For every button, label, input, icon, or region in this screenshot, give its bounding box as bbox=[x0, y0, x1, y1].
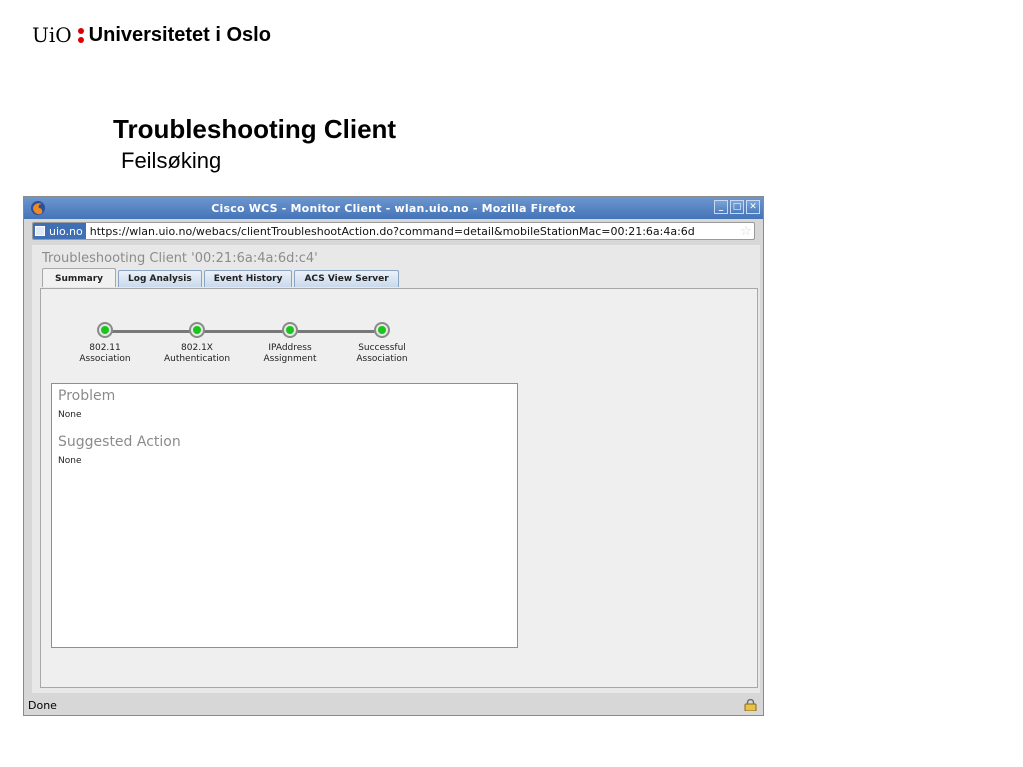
browser-window: Cisco WCS - Monitor Client - wlan.uio.no… bbox=[23, 196, 764, 716]
lock-icon[interactable] bbox=[744, 699, 757, 711]
suggested-action-heading: Suggested Action bbox=[58, 434, 181, 450]
problem-box: Problem None Suggested Action None bbox=[51, 383, 518, 648]
problem-text: None bbox=[58, 410, 82, 420]
firefox-logo-icon bbox=[31, 201, 45, 215]
slide-subtitle: Feilsøking bbox=[121, 148, 222, 173]
url-text[interactable]: https://wlan.uio.no/webacs/clientTrouble… bbox=[86, 225, 738, 238]
tab-log-analysis[interactable]: Log Analysis bbox=[118, 270, 202, 287]
tab-bar: Summary Log Analysis Event History ACS V… bbox=[42, 268, 399, 287]
step-label: Assignment bbox=[263, 354, 317, 364]
bookmark-star-icon[interactable]: ☆ bbox=[738, 224, 754, 239]
window-controls: _ □ ✕ bbox=[714, 200, 760, 214]
step-label: Successful bbox=[358, 343, 406, 353]
uio-logo-dots-icon bbox=[77, 27, 84, 43]
uio-logo-name: Universitetet i Oslo bbox=[88, 23, 271, 46]
status-ok-icon bbox=[282, 322, 298, 338]
uio-logo: UiO Universitetet i Oslo bbox=[32, 22, 271, 48]
step-label: Association bbox=[356, 354, 408, 364]
step-label: IPAddress bbox=[268, 343, 312, 353]
tab-summary[interactable]: Summary bbox=[42, 268, 117, 287]
status-text: Done bbox=[28, 698, 57, 712]
site-identity-label: uio.no bbox=[49, 224, 83, 238]
site-favicon-icon bbox=[35, 226, 45, 236]
maximize-button[interactable]: □ bbox=[730, 200, 744, 214]
step-label: Association bbox=[79, 354, 131, 364]
status-bar: Done bbox=[24, 695, 763, 715]
step-label: 802.11 bbox=[89, 343, 121, 353]
problem-heading: Problem bbox=[58, 388, 116, 404]
step-label: Authentication bbox=[163, 354, 231, 364]
step-successful-association: Successful Association bbox=[332, 319, 432, 365]
page-content: Troubleshooting Client '00:21:6a:4a:6d:c… bbox=[32, 245, 760, 693]
status-ok-icon bbox=[374, 322, 390, 338]
connection-steps: 802.11 Association 802.1X Authentication I… bbox=[55, 319, 415, 369]
step-label: 802.1X bbox=[181, 343, 213, 353]
step-ip-assignment: IPAddress Assignment bbox=[240, 319, 340, 365]
status-ok-icon bbox=[189, 322, 205, 338]
status-ok-icon bbox=[97, 322, 113, 338]
summary-panel: 802.11 Association 802.1X Authentication I… bbox=[40, 288, 758, 688]
tab-event-history[interactable]: Event History bbox=[203, 270, 293, 287]
minimize-button[interactable]: _ bbox=[714, 200, 728, 214]
uio-logo-abbr: UiO bbox=[32, 23, 72, 47]
close-button[interactable]: ✕ bbox=[746, 200, 760, 214]
url-bar[interactable]: uio.no https://wlan.uio.no/webacs/client… bbox=[32, 222, 755, 240]
site-identity-button[interactable]: uio.no bbox=[33, 223, 86, 239]
page-heading: Troubleshooting Client '00:21:6a:4a:6d:c… bbox=[42, 251, 318, 266]
step-authentication: 802.1X Authentication bbox=[147, 319, 247, 365]
window-titlebar[interactable]: Cisco WCS - Monitor Client - wlan.uio.no… bbox=[24, 197, 763, 219]
slide-title: Troubleshooting Client bbox=[113, 114, 397, 144]
window-title: Cisco WCS - Monitor Client - wlan.uio.no… bbox=[211, 201, 576, 215]
tab-acs-view-server[interactable]: ACS View Server bbox=[294, 270, 399, 287]
suggested-action-text: None bbox=[58, 456, 82, 466]
step-association: 802.11 Association bbox=[55, 319, 155, 365]
